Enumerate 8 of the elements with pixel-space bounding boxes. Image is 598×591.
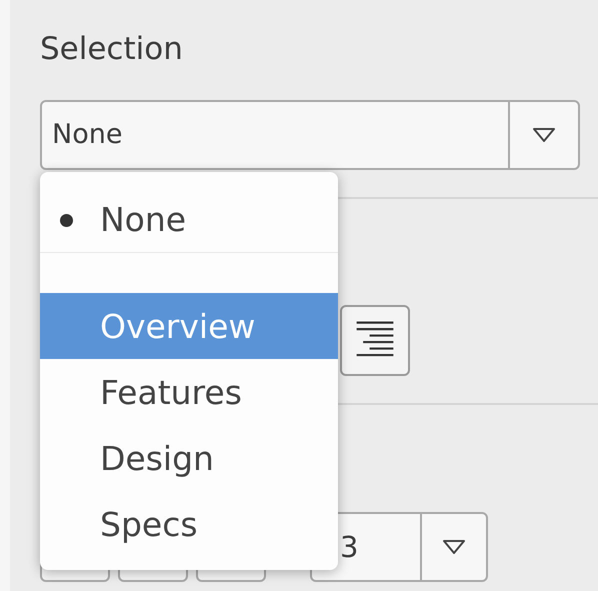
menu-item[interactable]: None xyxy=(40,186,338,252)
align-button[interactable] xyxy=(340,305,410,376)
caret-icon xyxy=(532,127,556,143)
caret-icon xyxy=(442,539,466,555)
section-label: Selection xyxy=(40,30,184,69)
menu-item[interactable]: Design xyxy=(40,425,338,491)
selection-dropdown[interactable]: None xyxy=(40,100,580,170)
menu-item[interactable]: Features xyxy=(40,359,338,425)
